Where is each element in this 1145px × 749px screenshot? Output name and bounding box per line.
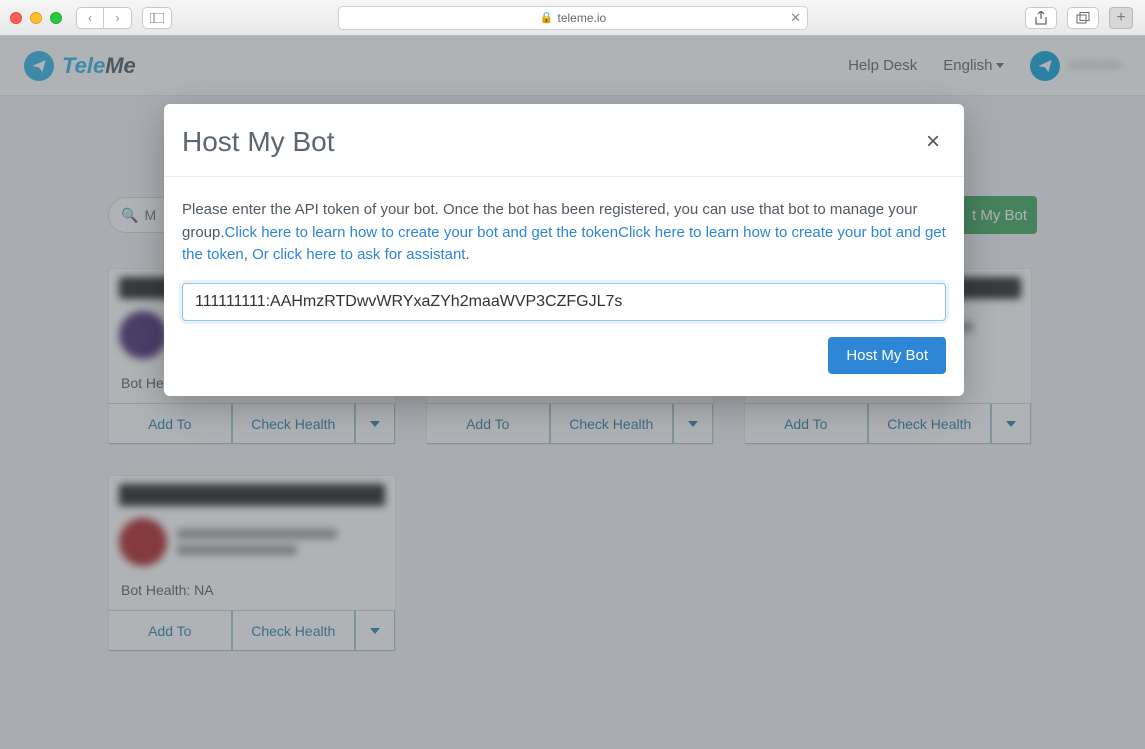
host-bot-modal: Host My Bot × Please enter the API token…: [164, 104, 964, 396]
tabs-icon: [1076, 12, 1090, 24]
address-host: teleme.io: [558, 11, 607, 25]
modal-link-assistant[interactable]: Or click here to ask for assistant: [252, 246, 465, 263]
window-buttons: [10, 12, 62, 24]
modal-title: Host My Bot: [182, 126, 334, 158]
share-icon: [1035, 11, 1047, 25]
modal-header: Host My Bot ×: [164, 104, 964, 177]
share-button[interactable]: [1025, 7, 1057, 29]
lock-icon: 🔒: [540, 11, 554, 24]
sidebar-icon: [150, 13, 164, 23]
new-tab-button[interactable]: +: [1109, 7, 1133, 29]
tabs-button[interactable]: [1067, 7, 1099, 29]
host-my-bot-submit-button[interactable]: Host My Bot: [828, 337, 946, 374]
browser-chrome: ‹ › 🔒 teleme.io ✕ +: [0, 0, 1145, 36]
window-minimize-button[interactable]: [30, 12, 42, 24]
address-bar[interactable]: 🔒 teleme.io ✕: [338, 6, 808, 30]
modal-close-button[interactable]: ×: [926, 130, 940, 154]
modal-link-create-token-1[interactable]: Click here to learn how to create your b…: [225, 224, 619, 241]
modal-body: Please enter the API token of your bot. …: [164, 177, 964, 396]
sidebar-toggle-button[interactable]: [142, 7, 172, 29]
bot-token-input[interactable]: [182, 283, 946, 321]
address-clear-icon[interactable]: ✕: [790, 10, 801, 26]
modal-description: Please enter the API token of your bot. …: [182, 199, 946, 267]
modal-overlay[interactable]: Host My Bot × Please enter the API token…: [0, 36, 1145, 749]
back-button[interactable]: ‹: [76, 7, 104, 29]
window-maximize-button[interactable]: [50, 12, 62, 24]
browser-right-controls: +: [1025, 7, 1133, 29]
forward-button[interactable]: ›: [104, 7, 132, 29]
modal-desc-sep: ,: [244, 246, 252, 263]
nav-buttons: ‹ ›: [76, 7, 132, 29]
modal-actions: Host My Bot: [182, 337, 946, 374]
window-close-button[interactable]: [10, 12, 22, 24]
